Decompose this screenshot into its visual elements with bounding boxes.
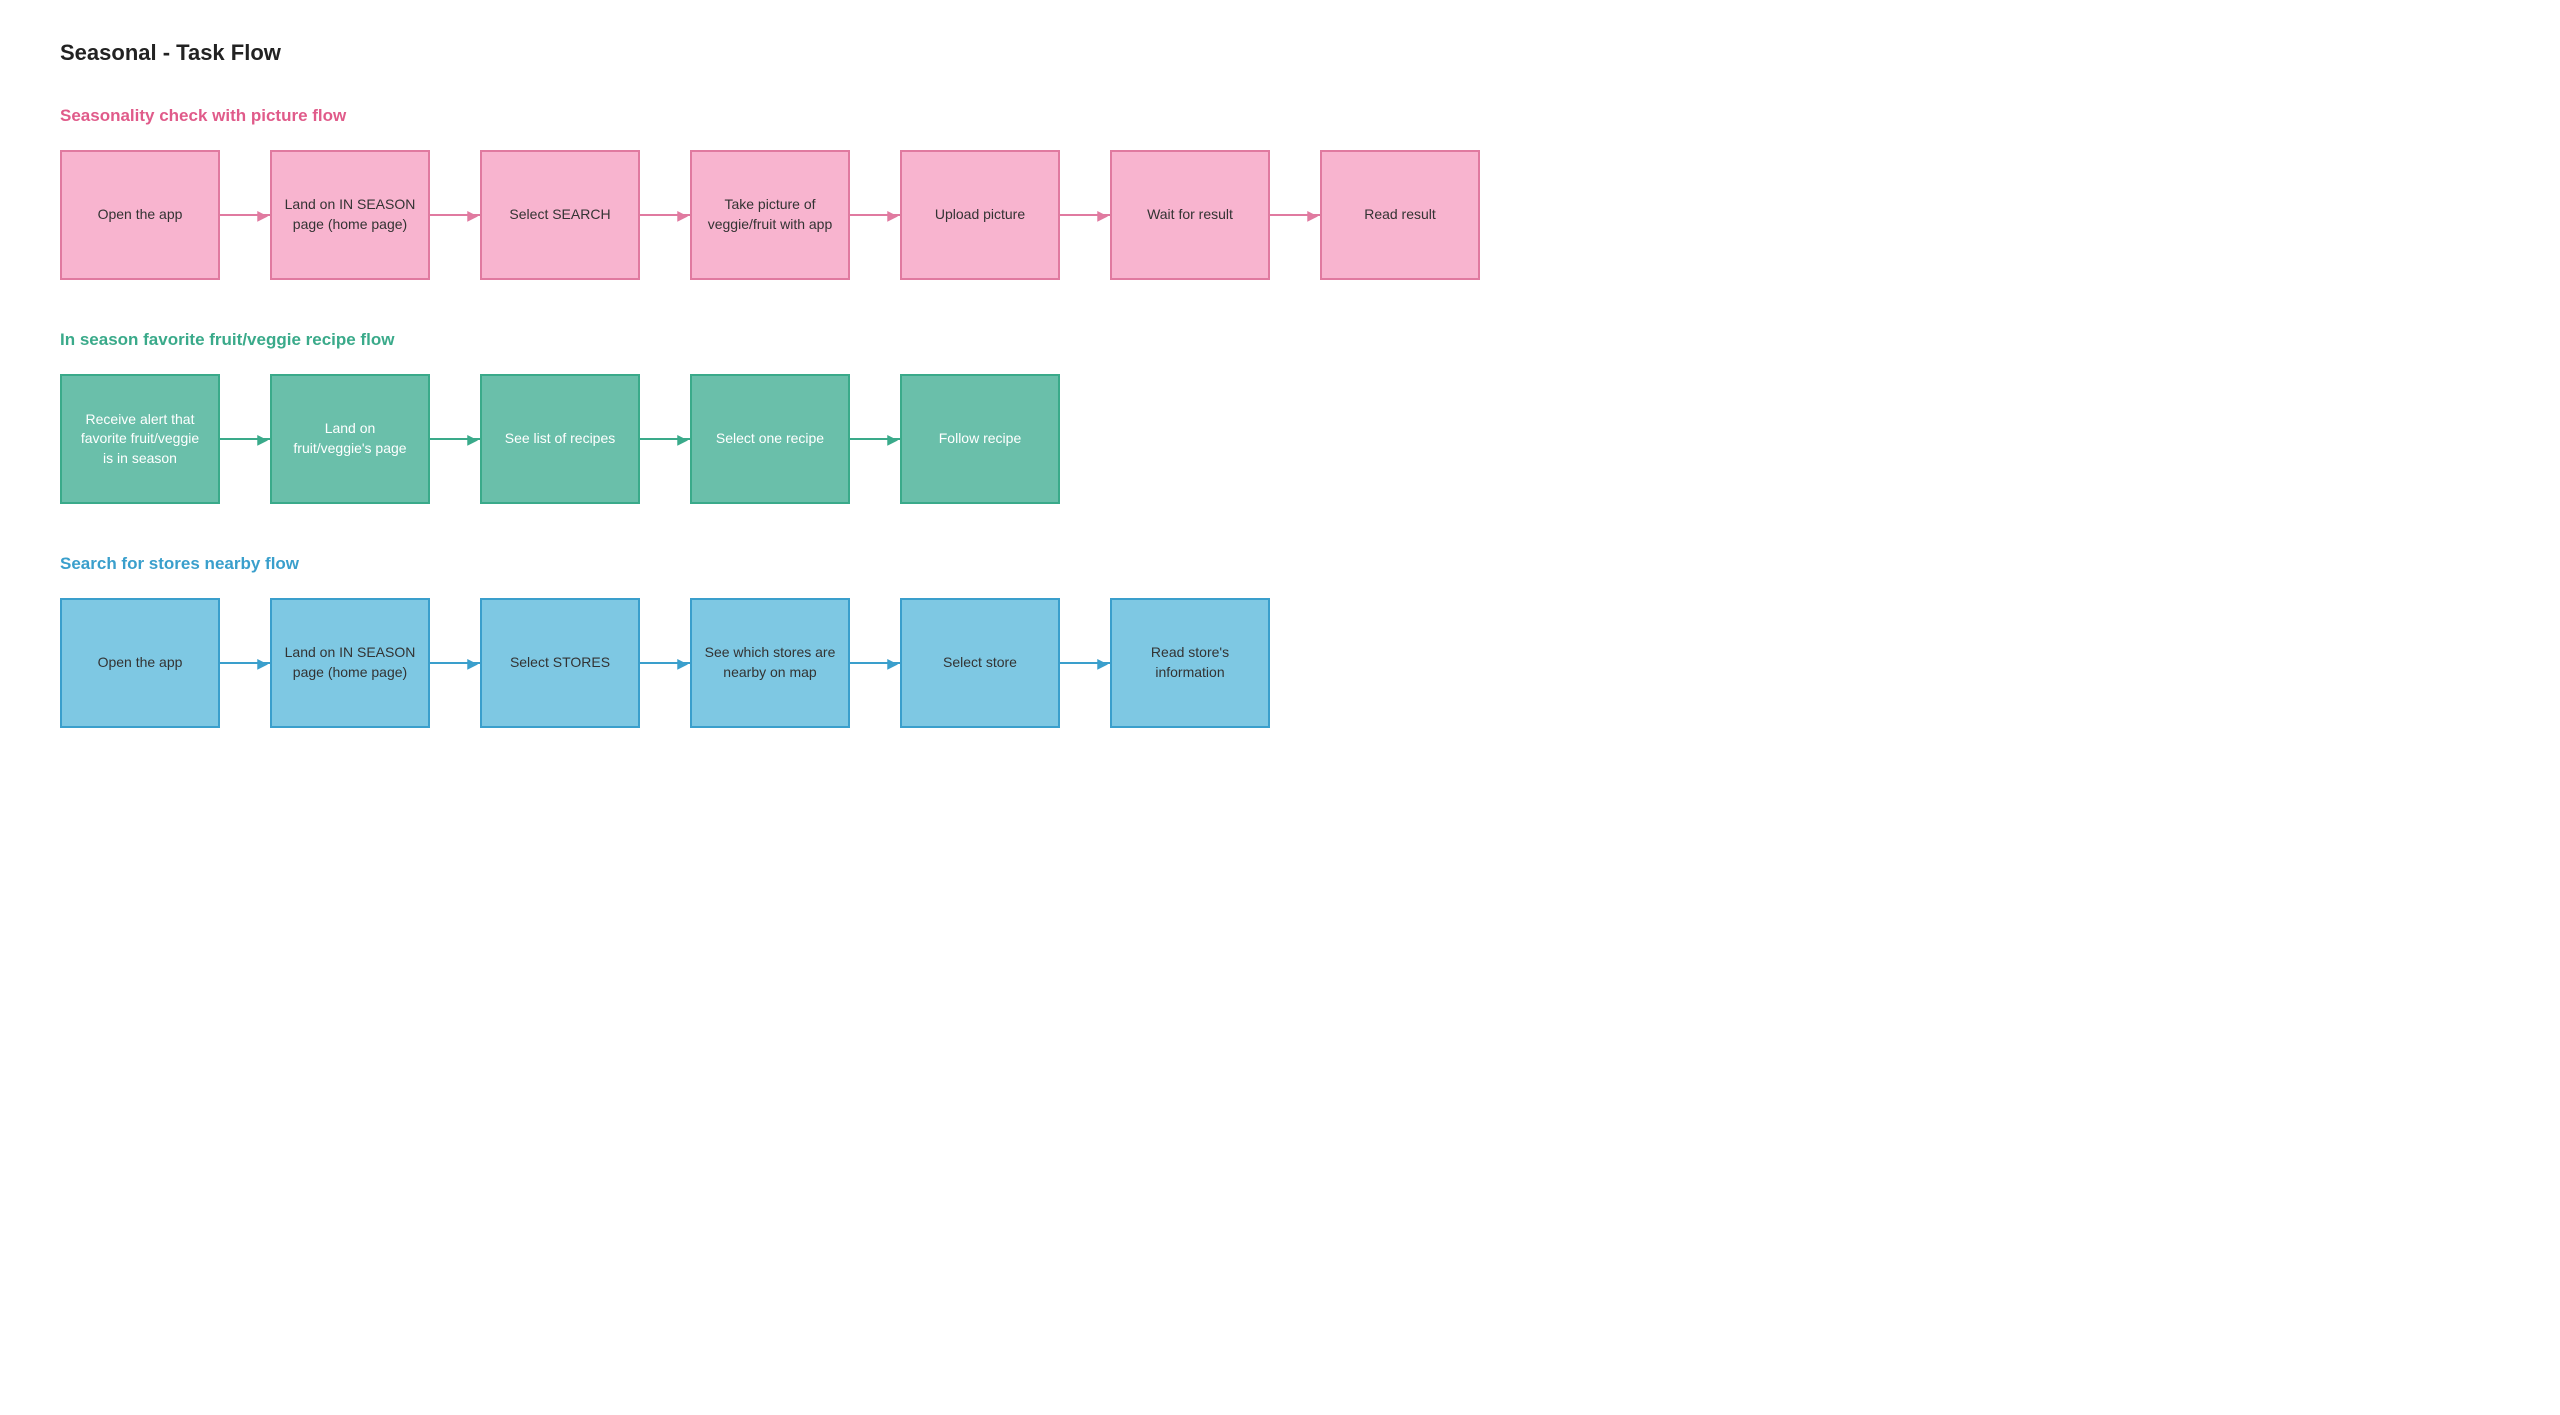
flow-label-recipe-flow: In season favorite fruit/veggie recipe f… [60, 330, 2500, 350]
flow-box-stores-flow-3: See which stores are nearby on map [690, 598, 850, 728]
flow-label-stores-flow: Search for stores nearby flow [60, 554, 2500, 574]
flow-label-seasonality-check: Seasonality check with picture flow [60, 106, 2500, 126]
flow-row-stores-flow: Open the app Land on IN SEASON page (home… [60, 598, 2500, 728]
flow-box-recipe-flow-1: Land on fruit/veggie's page [270, 374, 430, 504]
flow-box-seasonality-check-5: Wait for result [1110, 150, 1270, 280]
flow-row-seasonality-check: Open the app Land on IN SEASON page (home… [60, 150, 2500, 280]
flow-box-stores-flow-1: Land on IN SEASON page (home page) [270, 598, 430, 728]
flow-box-seasonality-check-3: Take picture of veggie/fruit with app [690, 150, 850, 280]
flow-box-stores-flow-0: Open the app [60, 598, 220, 728]
page-title: Seasonal - Task Flow [60, 40, 2500, 66]
flow-box-recipe-flow-2: See list of recipes [480, 374, 640, 504]
flow-box-stores-flow-4: Select store [900, 598, 1060, 728]
flow-row-recipe-flow: Receive alert that favorite fruit/veggie… [60, 374, 2500, 504]
flow-box-recipe-flow-4: Follow recipe [900, 374, 1060, 504]
flow-box-seasonality-check-2: Select SEARCH [480, 150, 640, 280]
flow-box-seasonality-check-6: Read result [1320, 150, 1480, 280]
flow-box-seasonality-check-4: Upload picture [900, 150, 1060, 280]
flow-box-recipe-flow-3: Select one recipe [690, 374, 850, 504]
flow-box-recipe-flow-0: Receive alert that favorite fruit/veggie… [60, 374, 220, 504]
flow-box-stores-flow-2: Select STORES [480, 598, 640, 728]
flow-box-seasonality-check-0: Open the app [60, 150, 220, 280]
flow-section-recipe-flow: In season favorite fruit/veggie recipe f… [60, 330, 2500, 504]
flow-section-seasonality-check: Seasonality check with picture flow Open … [60, 106, 2500, 280]
flow-box-stores-flow-5: Read store's information [1110, 598, 1270, 728]
flow-box-seasonality-check-1: Land on IN SEASON page (home page) [270, 150, 430, 280]
flow-section-stores-flow: Search for stores nearby flow Open the ap… [60, 554, 2500, 728]
